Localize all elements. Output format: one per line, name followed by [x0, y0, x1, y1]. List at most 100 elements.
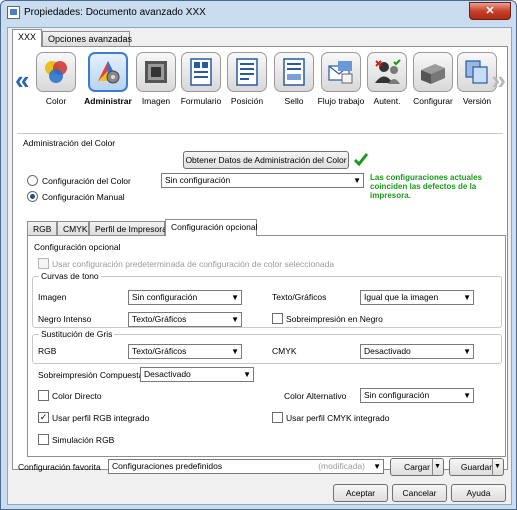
cancel-button[interactable]: Cancelar	[392, 484, 447, 502]
nav-label: Sello	[284, 96, 304, 106]
nav-posicion[interactable]: Posición	[223, 49, 271, 106]
nav-flujo-trabajo[interactable]: Flujo trabajo	[317, 49, 365, 106]
rgb-label: RGB	[38, 346, 57, 356]
radio-color-config-label: Configuración del Color	[42, 176, 131, 186]
use-default-checkbox[interactable]	[38, 258, 49, 269]
category-nav: « Color Administrar Imagen Formulario Po…	[13, 49, 507, 131]
select-value: Igual que la imagen	[364, 292, 439, 302]
save-label: Guardar	[460, 462, 493, 472]
nav-imagen[interactable]: Imagen	[132, 49, 180, 106]
window-title: Propiedades: Documento avanzado XXX	[24, 7, 206, 18]
tone-curves-title: Curvas de tono	[39, 271, 101, 281]
nav-label: Posición	[230, 96, 264, 106]
color-balls-icon	[36, 52, 76, 92]
use-cmyk-profile-checkbox[interactable]	[272, 412, 283, 423]
direct-color-checkbox[interactable]	[38, 390, 49, 401]
tab-rgb[interactable]: RGB	[27, 221, 57, 236]
intense-black-label: Negro Intenso	[38, 314, 92, 324]
text-graphics-label: Texto/Gráficos	[272, 292, 327, 302]
load-label: Cargar	[404, 462, 430, 472]
gray-sub-title: Sustitución de Gris	[39, 329, 115, 339]
dropdown-arrow-icon[interactable]: ▼	[492, 459, 502, 475]
stamp-document-icon	[274, 52, 314, 92]
select-value: Desactivado	[364, 346, 411, 356]
scroll-right-button[interactable]: »	[492, 67, 506, 93]
fav-select[interactable]: Configuraciones predefinidos (modificada…	[108, 459, 384, 474]
fav-modified: (modificada)	[318, 461, 365, 471]
dropdown-arrow-icon: ▼	[243, 370, 251, 379]
workflow-envelope-icon	[321, 52, 361, 92]
dropdown-arrow-icon: ▼	[353, 176, 361, 185]
check-icon	[353, 153, 369, 167]
status-message: Las configuraciones actuales coinciden l…	[370, 173, 483, 200]
optional-config-panel: Configuración opcional Usar configuració…	[27, 235, 506, 457]
load-button[interactable]: Cargar ▼	[390, 458, 444, 476]
rgb-simulation-checkbox[interactable]	[38, 434, 49, 445]
tab-printer-profile[interactable]: Perfil de Impresora	[89, 221, 167, 236]
tab-advanced-options[interactable]: Opciones avanzadas	[42, 31, 132, 47]
select-value: Sin configuración	[132, 292, 198, 302]
dropdown-arrow-icon: ▼	[463, 391, 471, 400]
radio-manual[interactable]	[27, 191, 38, 202]
intense-black-select[interactable]: Texto/Gráficos ▼	[128, 312, 242, 327]
use-rgb-profile-label: Usar perfil RGB integrado	[52, 413, 150, 423]
dropdown-arrow-icon: ▼	[463, 347, 471, 356]
nav-label: Formulario	[180, 96, 222, 106]
nav-sello[interactable]: Sello	[270, 49, 318, 106]
tab-cmyk[interactable]: CMYK	[57, 221, 89, 236]
radio-color-config[interactable]	[27, 175, 38, 186]
close-button[interactable]: ✕	[469, 2, 511, 20]
cmyk-gray-select[interactable]: Desactivado ▼	[360, 344, 474, 359]
nav-label: Administrar	[84, 96, 132, 106]
section-title: Administración del Color	[23, 138, 116, 148]
direct-color-label: Color Directo	[52, 391, 102, 401]
obtain-color-data-button[interactable]: Obtener Datos de Administración del Colo…	[183, 151, 349, 169]
nav-configurar[interactable]: Configurar	[409, 49, 457, 106]
form-document-icon	[181, 52, 221, 92]
dialog-client: XXX Opciones avanzadas « Color Administr…	[7, 27, 512, 505]
overprint-black-checkbox[interactable]	[272, 313, 283, 324]
select-value: Texto/Gráficos	[132, 346, 187, 356]
user-authentication-icon	[367, 52, 407, 92]
dropdown-arrow-icon: ▼	[373, 462, 381, 471]
save-button[interactable]: Guardar ▼	[449, 458, 504, 476]
accept-button[interactable]: Aceptar	[333, 484, 388, 502]
nav-label: Imagen	[141, 96, 171, 106]
composite-overprint-select[interactable]: Desactivado ▼	[140, 367, 254, 382]
nav-formulario[interactable]: Formulario	[177, 49, 225, 106]
tab-xxx[interactable]: XXX	[12, 29, 42, 47]
dropdown-arrow-icon[interactable]: ▼	[432, 459, 442, 475]
fav-label: Configuración favorita	[18, 462, 101, 472]
use-rgb-profile-checkbox[interactable]: ✓	[38, 412, 49, 423]
alt-color-label: Color Alternativo	[284, 391, 347, 401]
rgb-simulation-label: Simulación RGB	[52, 435, 115, 445]
cmyk-label: CMYK	[272, 346, 297, 356]
tab-optional-config[interactable]: Configuración opcional	[165, 219, 257, 236]
main-panel: « Color Administrar Imagen Formulario Po…	[12, 46, 508, 470]
divider	[17, 133, 503, 134]
nav-color[interactable]: Color	[32, 49, 80, 106]
nav-label: Autent.	[373, 96, 401, 106]
rgb-gray-select[interactable]: Texto/Gráficos ▼	[128, 344, 242, 359]
nav-autent[interactable]: Autent.	[363, 49, 411, 106]
nav-label: Color	[45, 96, 67, 106]
image-select[interactable]: Sin configuración ▼	[128, 290, 242, 305]
scroll-left-button[interactable]: «	[15, 67, 29, 93]
dropdown-arrow-icon: ▼	[231, 315, 239, 324]
select-value: Desactivado	[144, 369, 191, 379]
use-default-label: Usar configuración predeterminada de con…	[52, 259, 335, 269]
color-wheel-gear-icon	[88, 52, 128, 92]
dropdown-arrow-icon: ▼	[231, 347, 239, 356]
nav-administrar[interactable]: Administrar	[84, 49, 132, 106]
image-grid-icon	[136, 52, 176, 92]
radio-manual-label: Configuración Manual	[42, 192, 125, 202]
select-value: Sin configuración	[165, 175, 231, 185]
color-config-select[interactable]: Sin configuración ▼	[161, 173, 364, 188]
nav-label: Configurar	[413, 96, 453, 106]
nav-label: Flujo trabajo	[317, 96, 365, 106]
title-bar: Propiedades: Documento avanzado XXX ✕	[1, 1, 516, 25]
alt-color-select[interactable]: Sin configuración ▼	[360, 388, 474, 403]
text-graphics-select[interactable]: Igual que la imagen ▼	[360, 290, 474, 305]
select-value: Sin configuración	[364, 390, 430, 400]
help-button[interactable]: Ayuda	[451, 484, 506, 502]
